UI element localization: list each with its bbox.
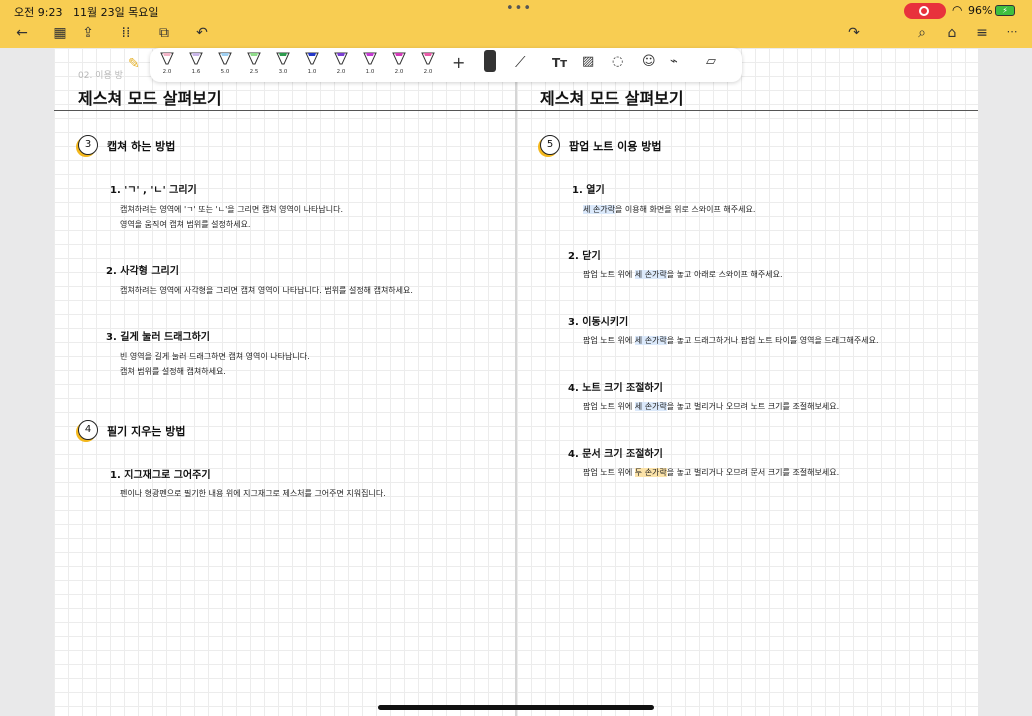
breadcrumb: 02. 이용 방 (78, 71, 123, 81)
item-label: 2. 닫기 (568, 251, 601, 262)
pen-size-label: 2.5 (249, 69, 259, 75)
undo-icon[interactable]: ↶ (192, 25, 212, 41)
menu-icon[interactable]: ≡ (972, 25, 992, 41)
redo-icon[interactable]: ↷ (844, 25, 864, 41)
body-text: 영역을 움직여 캡쳐 범위를 설정하세요. (120, 220, 251, 229)
right-page-title: 제스쳐 모드 살펴보기 (540, 89, 684, 108)
pen-size-label: 5.0 (220, 69, 230, 75)
wifi-icon: ◠ (952, 3, 963, 17)
add-pen-button[interactable]: + (452, 53, 465, 72)
pen-size-label: 2.0 (162, 69, 172, 75)
body-text: 팝업 노트 위에 세 손가락을 놓고 아래로 스와이프 해주세요. (583, 270, 783, 279)
pen-8-icon[interactable]: 1.0 (363, 52, 377, 75)
body-text: 캡쳐 범위를 설정해 캡쳐하세요. (120, 367, 226, 376)
page-gutter (515, 48, 517, 716)
battery-percent: 96% (968, 4, 993, 17)
pen-size-label: 2.0 (423, 69, 433, 75)
body-text: 캡쳐하려는 영역에 'ㄱ' 또는 'ㄴ'을 그리면 캡쳐 영역이 나타납니다. (120, 205, 344, 214)
title-rule (54, 110, 978, 111)
section-heading-popup: 팝업 노트 이용 방법 (569, 140, 662, 153)
apps-icon[interactable]: ⁞⁞ (116, 25, 136, 41)
pen-3-icon[interactable]: 5.0 (218, 52, 232, 75)
pen-size-label: 1.6 (191, 69, 201, 75)
item-label: 4. 문서 크기 조절하기 (568, 449, 663, 460)
pen-1-icon[interactable]: 2.0 (160, 52, 174, 75)
body-text: 빈 영역을 길게 눌러 드래그하면 캡쳐 영역이 나타납니다. (120, 352, 310, 361)
multitask-dots-icon[interactable]: ••• (506, 1, 532, 16)
pen-mode-icon[interactable]: ✎ (128, 56, 140, 72)
item-label: 1. 'ㄱ' , 'ㄴ' 그리기 (110, 185, 197, 196)
status-bar: 오전 9:23 11월 23일 목요일 ••• ◠ 96% ⚡ (0, 0, 1032, 22)
more-icon[interactable]: ⋯ (1002, 25, 1022, 38)
item-label: 4. 노트 크기 조절하기 (568, 383, 663, 394)
body-text: 세 손가락을 이용해 화면을 위로 스와이프 해주세요. (583, 205, 756, 214)
left-page-title: 제스쳐 모드 살펴보기 (78, 89, 222, 108)
grid-view-icon[interactable]: ▦ (50, 25, 70, 41)
pen-size-label: 1.0 (365, 69, 375, 75)
laser-pointer-icon[interactable]: ⌁ (670, 54, 678, 69)
body-text: 팝업 노트 위에 세 손가락을 놓고 벌리거나 오므려 노트 크기를 조절해보세… (583, 402, 840, 411)
section-heading-erase: 필기 지우는 방법 (107, 425, 186, 438)
section-number-3: 3 (78, 135, 98, 155)
item-label: 2. 사각형 그리기 (106, 266, 179, 277)
pen-size-label: 3.0 (278, 69, 288, 75)
lasso-icon[interactable]: ◌ (612, 54, 623, 69)
pen-size-label: 2.0 (394, 69, 404, 75)
pen-9-icon[interactable]: 2.0 (392, 52, 406, 75)
screen-record-icon[interactable] (904, 3, 946, 19)
item-label: 3. 길게 눌러 드래그하기 (106, 332, 211, 343)
bookmark-icon[interactable]: ⌂ (942, 25, 962, 41)
search-icon[interactable]: ⌕ (912, 25, 932, 41)
section-number-5: 5 (540, 135, 560, 155)
item-label: 1. 지그재그로 그어주기 (110, 470, 211, 481)
pen-size-label: 2.0 (336, 69, 346, 75)
eraser-icon[interactable] (484, 50, 496, 72)
pen-5-icon[interactable]: 3.0 (276, 52, 290, 75)
home-indicator (378, 705, 654, 710)
pen-toolbar: ✎ 2.0 1.6 5.0 2.5 3.0 1.0 2.0 1.0 2.0 2.0 + ⟋ Tт … (128, 48, 742, 82)
app-navbar: ← ▦ ⇪ ⁞⁞ ⧉ ↶ ↷ ⌕ ⌂ ≡ ⋯ (0, 22, 1032, 48)
lasso-ruler-icon[interactable]: ⟋ (515, 53, 526, 71)
body-text: 캡쳐하려는 영역에 사각형을 그리면 캡쳐 영역이 나타납니다. 범위를 설정해… (120, 286, 413, 295)
body-text: 펜이나 형광펜으로 필기한 내용 위에 지그재그로 제스처를 그어주면 지워집니… (120, 489, 386, 498)
item-label: 3. 이동시키기 (568, 317, 629, 328)
section-number-4: 4 (78, 420, 98, 440)
pen-6-icon[interactable]: 1.0 (305, 52, 319, 75)
export-icon[interactable]: ⇪ (78, 25, 98, 41)
sticker-icon[interactable]: ☺ (642, 54, 656, 69)
status-time: 오전 9:23 11월 23일 목요일 (14, 6, 159, 19)
battery-icon: ⚡ (995, 5, 1015, 16)
text-tool-icon[interactable]: Tт (552, 56, 567, 70)
sticky-note-icon[interactable]: ▱ (706, 54, 716, 69)
pen-10-icon[interactable]: 2.0 (421, 52, 435, 75)
pen-7-icon[interactable]: 2.0 (334, 52, 348, 75)
pen-2-icon[interactable]: 1.6 (189, 52, 203, 75)
scan-icon[interactable]: ⧉ (154, 25, 174, 41)
back-icon[interactable]: ← (12, 25, 32, 41)
body-text: 팝업 노트 위에 세 손가락을 놓고 드래그하거나 팝업 노트 타이틀 영역을 … (583, 336, 879, 345)
image-icon[interactable]: ▨ (582, 54, 594, 69)
section-heading-capture: 캡쳐 하는 방법 (107, 140, 176, 153)
item-label: 1. 열기 (572, 185, 605, 196)
pen-size-label: 1.0 (307, 69, 317, 75)
pen-4-icon[interactable]: 2.5 (247, 52, 261, 75)
body-text: 팝업 노트 위에 두 손가락을 놓고 벌리거나 오므려 문서 크기를 조절해보세… (583, 468, 840, 477)
